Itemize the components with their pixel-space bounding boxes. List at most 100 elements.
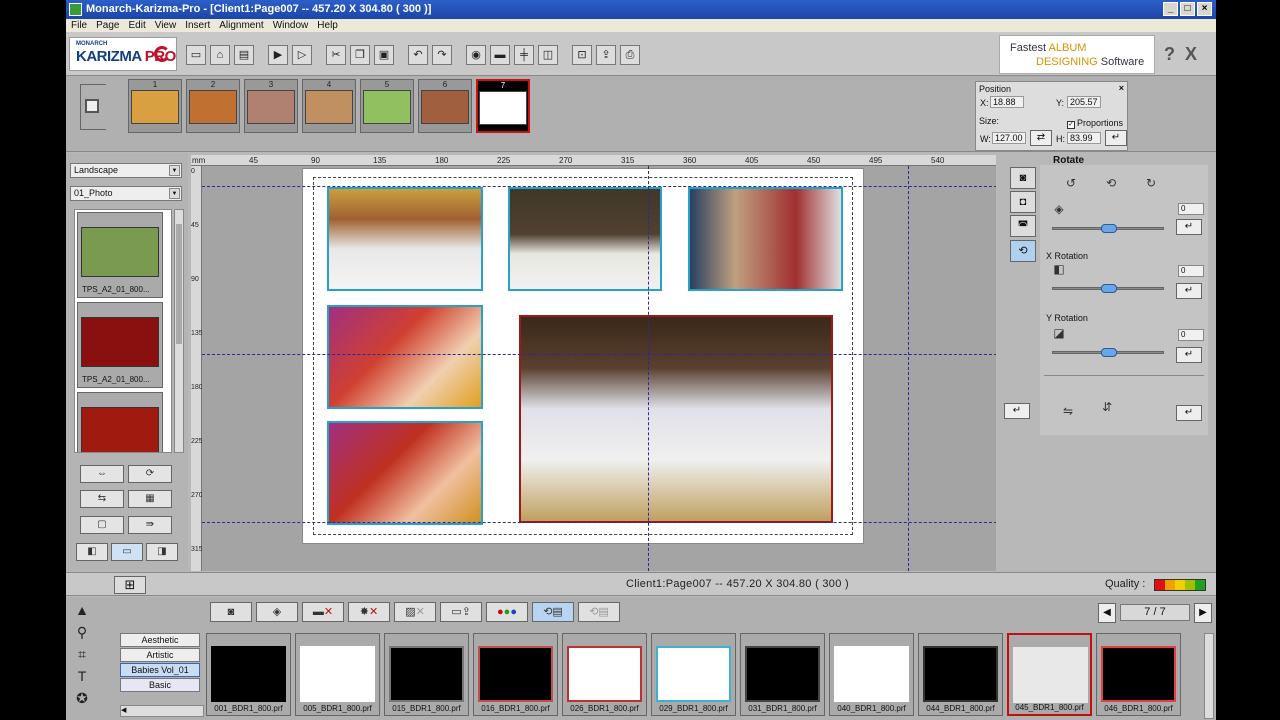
page-thumb[interactable]: 3 xyxy=(244,79,298,133)
swap-layout-button[interactable]: ⇆ xyxy=(80,490,124,508)
crop-icon[interactable]: ⌗ xyxy=(72,645,92,663)
category-basic[interactable]: Basic xyxy=(120,678,200,692)
add-page-button[interactable]: ⊞ xyxy=(114,576,146,594)
photo-frame[interactable] xyxy=(688,187,843,291)
category-select[interactable]: 01_Photo ▼ xyxy=(70,186,182,201)
w-field[interactable]: 127.00 xyxy=(992,132,1026,144)
page-thumb[interactable]: 7 xyxy=(476,79,530,133)
redo-icon[interactable]: ↷ xyxy=(432,45,452,65)
category-scrollbar[interactable]: ◀ xyxy=(120,705,204,717)
category-artistic[interactable]: Artistic xyxy=(120,648,200,662)
export-frame-button[interactable]: ▭⇪ xyxy=(440,602,482,622)
page-thumb[interactable]: 1 xyxy=(128,79,182,133)
text-icon[interactable]: T xyxy=(72,667,92,685)
mask-library-button[interactable]: ◈ xyxy=(256,602,298,622)
tab-rotate[interactable]: ⟲ xyxy=(1010,240,1036,262)
copy-icon[interactable]: ❐ xyxy=(350,45,370,65)
border-item[interactable]: 031_BDR1_800.prf xyxy=(740,633,825,716)
background-library-button[interactable]: ▨✕ xyxy=(394,602,436,622)
menu-window[interactable]: Window xyxy=(273,19,309,32)
proportions-checkbox[interactable]: ✓ Proportions xyxy=(1067,118,1123,129)
menu-help[interactable]: Help xyxy=(317,19,338,32)
x-rotation-value-field[interactable]: 0 xyxy=(1178,265,1204,277)
snapshot-icon[interactable]: ◉ xyxy=(466,45,486,65)
theme-item[interactable]: TPS_A2_01_800... xyxy=(77,302,163,388)
undo-icon[interactable]: ↶ xyxy=(408,45,428,65)
album-page[interactable] xyxy=(302,168,864,544)
export-icon[interactable]: ⇪ xyxy=(596,45,616,65)
position-close-icon[interactable]: × xyxy=(1119,83,1124,93)
rotate-180-icon[interactable]: ⟲ xyxy=(1102,175,1120,191)
open-folder-icon[interactable]: ⌂ xyxy=(210,45,230,65)
exit-button[interactable]: X xyxy=(1185,44,1197,65)
border-item[interactable]: 001_BDR1_800.prf xyxy=(206,633,291,716)
new-doc-icon[interactable]: ▭ xyxy=(186,45,206,65)
theme-item[interactable]: TPS_A2_01_800... xyxy=(77,212,163,298)
x-field[interactable]: 18.88 xyxy=(990,96,1024,108)
page-thumb[interactable]: 2 xyxy=(186,79,240,133)
play-icon[interactable]: ▶ xyxy=(268,45,288,65)
menu-insert[interactable]: Insert xyxy=(185,19,210,32)
layout-left-button[interactable]: ◧ xyxy=(76,543,108,561)
x-rotation-slider[interactable] xyxy=(1052,284,1164,293)
help-button[interactable]: ? xyxy=(1164,44,1175,65)
mountain-icon[interactable]: ▲ xyxy=(72,601,92,619)
border-item[interactable]: 015_BDR1_800.prf xyxy=(384,633,469,716)
h-field[interactable]: 83.99 xyxy=(1067,132,1101,144)
effects-icon[interactable]: ✪ xyxy=(72,689,92,707)
flip-vertical-icon[interactable]: ⇵ xyxy=(1098,399,1116,423)
layout-center-button[interactable]: ▭ xyxy=(111,543,143,561)
tab-photo-effects[interactable]: ◘ xyxy=(1010,191,1036,213)
y-rotation-slider[interactable] xyxy=(1052,348,1164,357)
page-strip-toggle[interactable] xyxy=(80,84,106,130)
photo-frame[interactable] xyxy=(327,421,483,525)
border-item[interactable]: 046_BDR1_800.prf xyxy=(1096,633,1181,716)
border-item[interactable]: 040_BDR1_800.prf xyxy=(829,633,914,716)
photo-library-button[interactable]: ◙ xyxy=(210,602,252,622)
slider-knob[interactable] xyxy=(1101,284,1117,293)
paste-icon[interactable]: ▣ xyxy=(374,45,394,65)
border-item[interactable]: 045_BDR1_800.prf xyxy=(1007,633,1092,716)
flip-horizontal-icon[interactable]: ⇋ xyxy=(1054,403,1082,419)
menu-view[interactable]: View xyxy=(155,19,177,32)
minimize-button[interactable]: _ xyxy=(1163,2,1178,16)
border-item[interactable]: 016_BDR1_800.prf xyxy=(473,633,558,716)
x-rotation-apply-button[interactable]: ↵ xyxy=(1176,283,1202,299)
align-center-icon[interactable]: ╪ xyxy=(514,45,534,65)
fit-layout-button[interactable]: ⇔ xyxy=(80,465,124,483)
rotate-right-icon[interactable]: ↻ xyxy=(1142,175,1160,191)
tab-photo-properties[interactable]: ◙ xyxy=(1010,167,1036,189)
swap-size-icon[interactable]: ⇄ xyxy=(1030,130,1052,146)
layout-right-button[interactable]: ◨ xyxy=(146,543,178,561)
rotate-left-icon[interactable]: ↺ xyxy=(1062,175,1080,191)
canvas-workspace[interactable] xyxy=(202,166,997,571)
chevron-left-icon[interactable]: ◀ xyxy=(121,707,126,714)
category-aesthetic[interactable]: Aesthetic xyxy=(120,633,200,647)
border-library-button[interactable]: ▬✕ xyxy=(302,602,344,622)
menu-edit[interactable]: Edit xyxy=(128,19,145,32)
photo-frame-selected[interactable] xyxy=(519,315,833,523)
slider-knob[interactable] xyxy=(1101,348,1117,357)
cut-icon[interactable]: ✂ xyxy=(326,45,346,65)
active-library-button[interactable]: ⟲▤ xyxy=(532,602,574,622)
print-icon[interactable]: ⎙ xyxy=(620,45,640,65)
rotate-apply-button[interactable]: ↵ xyxy=(1176,219,1202,235)
reset-rotation-button[interactable]: ↵ xyxy=(1004,403,1030,419)
rotate-value-field[interactable]: 0 xyxy=(1178,203,1204,215)
category-babies[interactable]: Babies Vol_01 xyxy=(120,663,200,677)
y-rotation-apply-button[interactable]: ↵ xyxy=(1176,347,1202,363)
border-item[interactable]: 044_BDR1_800.prf xyxy=(918,633,1003,716)
film-layout-button[interactable]: ▦ xyxy=(128,490,172,508)
zoom-photo-icon[interactable]: ⚲ xyxy=(72,623,92,641)
apply-theme-button[interactable]: ⇛ xyxy=(128,516,172,534)
apply-size-icon[interactable]: ↵ xyxy=(1105,130,1127,146)
y-field[interactable]: 205.57 xyxy=(1067,96,1101,108)
scroll-thumb[interactable] xyxy=(176,224,182,344)
play-all-icon[interactable]: ▷ xyxy=(292,45,312,65)
border-item[interactable]: 026_BDR1_800.prf xyxy=(562,633,647,716)
page-thumb[interactable]: 5 xyxy=(360,79,414,133)
orientation-select[interactable]: Landscape ▼ xyxy=(70,163,182,178)
rotate-slider[interactable] xyxy=(1052,224,1164,233)
theme-item[interactable] xyxy=(77,392,163,452)
tab-photo-mask[interactable]: ◚ xyxy=(1010,215,1036,237)
